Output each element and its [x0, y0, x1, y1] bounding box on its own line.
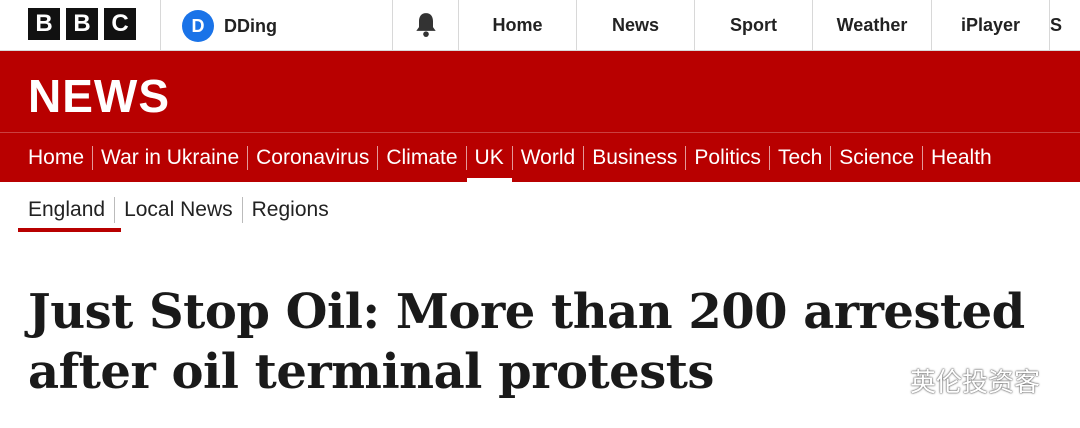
bbc-logo-letter: B [66, 8, 98, 40]
topnav-iplayer[interactable]: iPlayer [932, 0, 1049, 50]
topnav-sport[interactable]: Sport [695, 0, 812, 50]
bell-icon[interactable] [413, 11, 439, 39]
headline-line: after oil terminal protests [28, 344, 714, 400]
headline-line: Just Stop Oil: More than 200 arrested [28, 284, 1025, 340]
subnav-local-news[interactable]: Local News [115, 192, 242, 228]
divider [160, 0, 161, 50]
subnav-regions[interactable]: Regions [243, 192, 338, 228]
section-home[interactable]: Home [28, 133, 92, 182]
section-navigation: Home War in Ukraine Coronavirus Climate … [28, 133, 1000, 182]
avatar: D [182, 10, 214, 42]
subnav-england[interactable]: England [28, 192, 114, 228]
watermark: 英伦投资客 [858, 362, 1040, 399]
global-navigation-bar: B B C D DDing Home News Sport Weather iP… [0, 0, 1080, 51]
topnav-weather[interactable]: Weather [813, 0, 931, 50]
section-war-in-ukraine[interactable]: War in Ukraine [93, 133, 247, 182]
sub-navigation: England Local News Regions [28, 190, 338, 230]
section-world[interactable]: World [513, 133, 583, 182]
divider [392, 0, 393, 50]
section-tech[interactable]: Tech [770, 133, 830, 182]
active-subnav-indicator [18, 228, 121, 232]
topnav-truncated-item[interactable]: S [1050, 0, 1080, 50]
section-health[interactable]: Health [923, 133, 1000, 182]
bbc-logo[interactable]: B B C [28, 8, 136, 40]
section-science[interactable]: Science [831, 133, 922, 182]
bbc-logo-letter: B [28, 8, 60, 40]
section-coronavirus[interactable]: Coronavirus [248, 133, 377, 182]
bbc-logo-letter: C [104, 8, 136, 40]
watermark-text: 英伦投资客 [910, 367, 1041, 397]
topnav-news[interactable]: News [577, 0, 694, 50]
section-climate[interactable]: Climate [378, 133, 465, 182]
topnav-home[interactable]: Home [459, 0, 576, 50]
account-link[interactable]: D DDing [182, 10, 277, 42]
section-uk[interactable]: UK [466, 133, 512, 182]
section-politics[interactable]: Politics [686, 133, 769, 182]
news-header: NEWS Home War in Ukraine Coronavirus Cli… [0, 51, 1080, 182]
wechat-icon [859, 365, 899, 394]
news-wordmark[interactable]: NEWS [28, 69, 170, 123]
account-name: DDing [224, 15, 277, 36]
section-business[interactable]: Business [584, 133, 685, 182]
